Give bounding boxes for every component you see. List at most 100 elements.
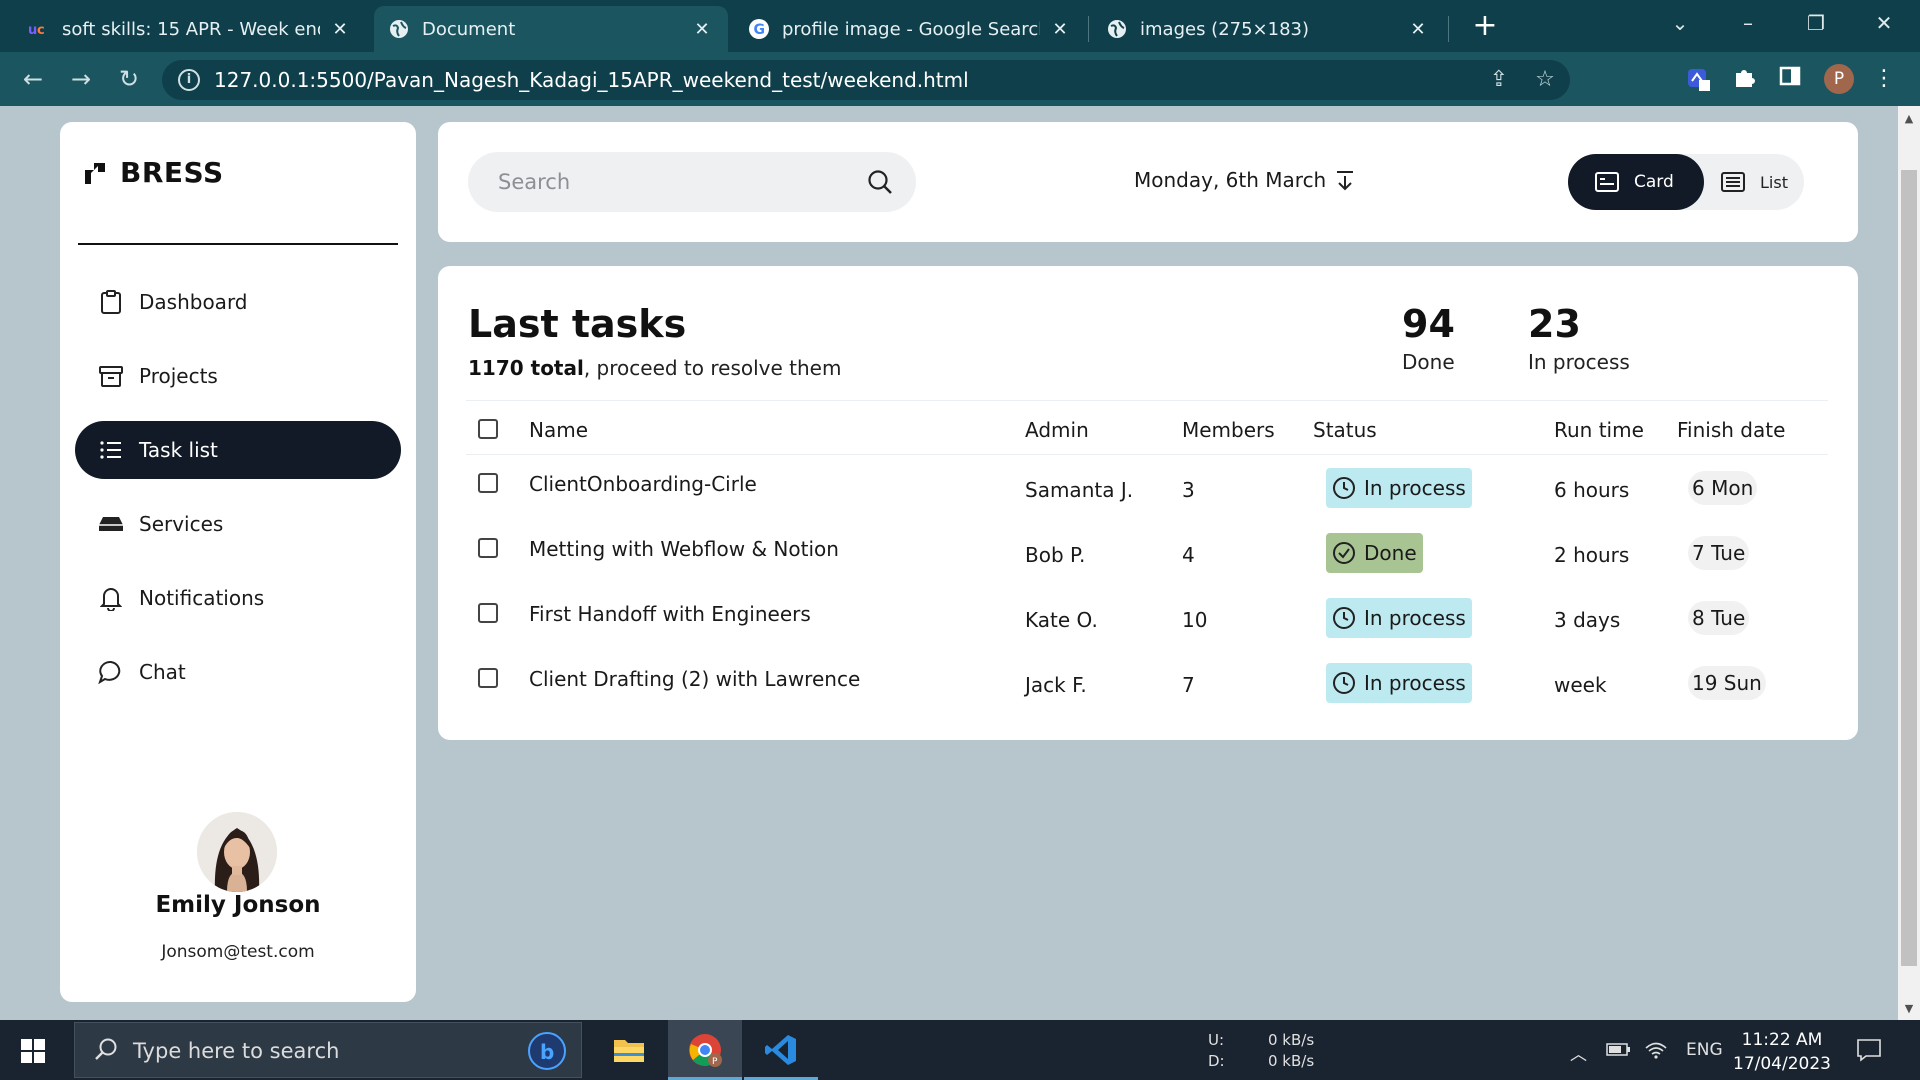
clock-icon bbox=[1333, 477, 1355, 499]
column-header-members[interactable]: Members bbox=[1182, 418, 1275, 442]
task-name[interactable]: Client Drafting (2) with Lawrence bbox=[529, 667, 860, 691]
sidebar-item-label: Services bbox=[139, 512, 224, 536]
sort-descending-icon bbox=[1337, 171, 1354, 191]
stat-in-process: 23 In process bbox=[1528, 302, 1630, 374]
browser-menu-icon[interactable]: ⋮ bbox=[1870, 65, 1898, 93]
stat-done: 94 Done bbox=[1402, 302, 1455, 374]
close-tab-icon[interactable]: ✕ bbox=[1048, 19, 1072, 40]
address-bar[interactable]: i 127.0.0.1:5500/Pavan_Nagesh_Kadagi_15A… bbox=[162, 60, 1570, 100]
taskbar-search[interactable]: Type here to search b bbox=[74, 1022, 582, 1078]
chrome-icon[interactable]: P bbox=[668, 1020, 742, 1080]
profile-avatar[interactable]: P bbox=[1824, 64, 1854, 94]
close-tab-icon[interactable]: ✕ bbox=[1406, 19, 1430, 40]
task-name[interactable]: ClientOnboarding-Cirle bbox=[529, 472, 757, 496]
list-view-icon bbox=[1721, 172, 1745, 192]
list-view-label: List bbox=[1760, 172, 1788, 192]
tab-document[interactable]: Document ✕ bbox=[374, 6, 728, 52]
notification-center-icon[interactable] bbox=[1856, 1038, 1882, 1062]
globe-icon bbox=[388, 18, 410, 40]
close-tab-icon[interactable]: ✕ bbox=[328, 19, 352, 40]
sidebar-item-dashboard[interactable]: Dashboard bbox=[75, 273, 401, 331]
close-tab-icon[interactable]: ✕ bbox=[690, 19, 714, 40]
bookmark-star-icon[interactable]: ☆ bbox=[1532, 68, 1558, 92]
date-filter[interactable]: Monday, 6th March bbox=[1134, 168, 1356, 192]
status-badge: In process bbox=[1326, 468, 1472, 508]
side-panel-icon[interactable] bbox=[1776, 65, 1804, 93]
search-icon[interactable] bbox=[866, 168, 894, 196]
select-all-checkbox[interactable] bbox=[478, 419, 498, 439]
sidebar-item-projects[interactable]: Projects bbox=[75, 347, 401, 405]
upload-speed: 0 kB/s bbox=[1268, 1031, 1315, 1049]
close-window-icon[interactable]: ✕ bbox=[1864, 8, 1904, 38]
windows-start-icon[interactable] bbox=[20, 1038, 46, 1064]
restore-icon[interactable]: ❐ bbox=[1796, 8, 1836, 38]
tab-title: soft skills: 15 APR - Week end Tes bbox=[62, 18, 320, 40]
file-explorer-icon[interactable] bbox=[592, 1020, 666, 1080]
task-members: 7 bbox=[1182, 673, 1195, 697]
browser-tab-strip: uc soft skills: 15 APR - Week end Tes ✕ … bbox=[0, 0, 1920, 52]
brand-name: BRESS bbox=[120, 156, 224, 189]
finish-date-badge: 6 Mon bbox=[1688, 471, 1758, 505]
scrollbar-thumb[interactable] bbox=[1901, 170, 1917, 966]
row-checkbox[interactable] bbox=[478, 668, 498, 688]
tab-images[interactable]: images (275×183) ✕ bbox=[1092, 6, 1444, 52]
task-admin: Samanta J. bbox=[1025, 478, 1134, 502]
minimize-icon[interactable]: – bbox=[1728, 8, 1768, 38]
sidebar-item-chat[interactable]: Chat bbox=[75, 643, 401, 701]
sidebar-item-services[interactable]: Services bbox=[75, 495, 401, 553]
language-indicator[interactable]: ENG bbox=[1686, 1040, 1723, 1060]
divider bbox=[466, 400, 1828, 401]
task-run-time: 6 hours bbox=[1554, 478, 1630, 502]
svg-text:P: P bbox=[712, 1057, 718, 1067]
task-run-time: 2 hours bbox=[1554, 543, 1630, 567]
new-tab-button[interactable]: + bbox=[1468, 10, 1502, 44]
task-admin: Kate O. bbox=[1025, 608, 1098, 632]
vscode-icon[interactable] bbox=[744, 1020, 818, 1080]
reload-icon[interactable]: ↻ bbox=[114, 64, 144, 94]
task-name[interactable]: First Handoff with Engineers bbox=[529, 602, 811, 626]
bing-icon[interactable]: b bbox=[527, 1031, 567, 1071]
sidebar-item-label: Projects bbox=[139, 364, 218, 388]
row-checkbox[interactable] bbox=[478, 538, 498, 558]
scroll-up-icon[interactable]: ▲ bbox=[1898, 112, 1920, 125]
column-header-status[interactable]: Status bbox=[1313, 418, 1377, 442]
row-checkbox[interactable] bbox=[478, 473, 498, 493]
back-arrow-icon[interactable]: ← bbox=[18, 64, 48, 94]
column-header-admin[interactable]: Admin bbox=[1025, 418, 1089, 442]
stat-label: Done bbox=[1402, 350, 1455, 374]
page-scrollbar[interactable]: ▲ ▼ bbox=[1898, 106, 1920, 1020]
card-view-button[interactable]: Card bbox=[1568, 154, 1704, 210]
sidebar-item-notifications[interactable]: Notifications bbox=[75, 569, 401, 627]
stat-value: 23 bbox=[1528, 302, 1581, 346]
sidebar: BRESS Dashboard Projects Task list Servi… bbox=[60, 122, 416, 1002]
row-checkbox[interactable] bbox=[478, 603, 498, 623]
extension-icon[interactable] bbox=[1684, 65, 1712, 93]
list-view-button[interactable]: List bbox=[1708, 154, 1804, 210]
wifi-icon[interactable] bbox=[1644, 1040, 1668, 1065]
sidebar-item-task-list[interactable]: Task list bbox=[75, 421, 401, 479]
battery-icon[interactable] bbox=[1606, 1040, 1632, 1063]
show-hidden-icons-chevron-icon[interactable]: ︿ bbox=[1570, 1040, 1587, 1065]
search-input[interactable] bbox=[468, 152, 848, 212]
clock-icon bbox=[1333, 672, 1355, 694]
site-info-icon[interactable]: i bbox=[178, 69, 200, 91]
puzzle-extensions-icon[interactable] bbox=[1730, 65, 1758, 93]
tab-soft-skills[interactable]: uc soft skills: 15 APR - Week end Tes ✕ bbox=[14, 6, 366, 52]
tab-search-chevron-icon[interactable]: ⌄ bbox=[1660, 8, 1700, 38]
system-clock[interactable]: 11:22 AM 17/04/2023 bbox=[1732, 1028, 1832, 1076]
column-header-finish-date[interactable]: Finish date bbox=[1677, 418, 1785, 442]
task-admin: Bob P. bbox=[1025, 543, 1086, 567]
task-name[interactable]: Metting with Webflow & Notion bbox=[529, 537, 839, 561]
share-icon[interactable]: ⇪ bbox=[1486, 68, 1512, 92]
status-badge: In process bbox=[1326, 598, 1472, 638]
brand-logo-icon bbox=[85, 162, 105, 184]
column-header-name[interactable]: Name bbox=[529, 418, 588, 442]
forward-arrow-icon[interactable]: → bbox=[66, 64, 96, 94]
user-name: Emily Jonson bbox=[155, 892, 321, 918]
date-filter-label: Monday, 6th March bbox=[1134, 168, 1327, 192]
scroll-down-icon[interactable]: ▼ bbox=[1898, 1002, 1920, 1015]
column-header-run-time[interactable]: Run time bbox=[1554, 418, 1644, 442]
svg-text:b: b bbox=[540, 1040, 554, 1064]
chat-icon bbox=[97, 658, 125, 686]
tab-google-search[interactable]: G profile image - Google Search ✕ bbox=[734, 6, 1086, 52]
